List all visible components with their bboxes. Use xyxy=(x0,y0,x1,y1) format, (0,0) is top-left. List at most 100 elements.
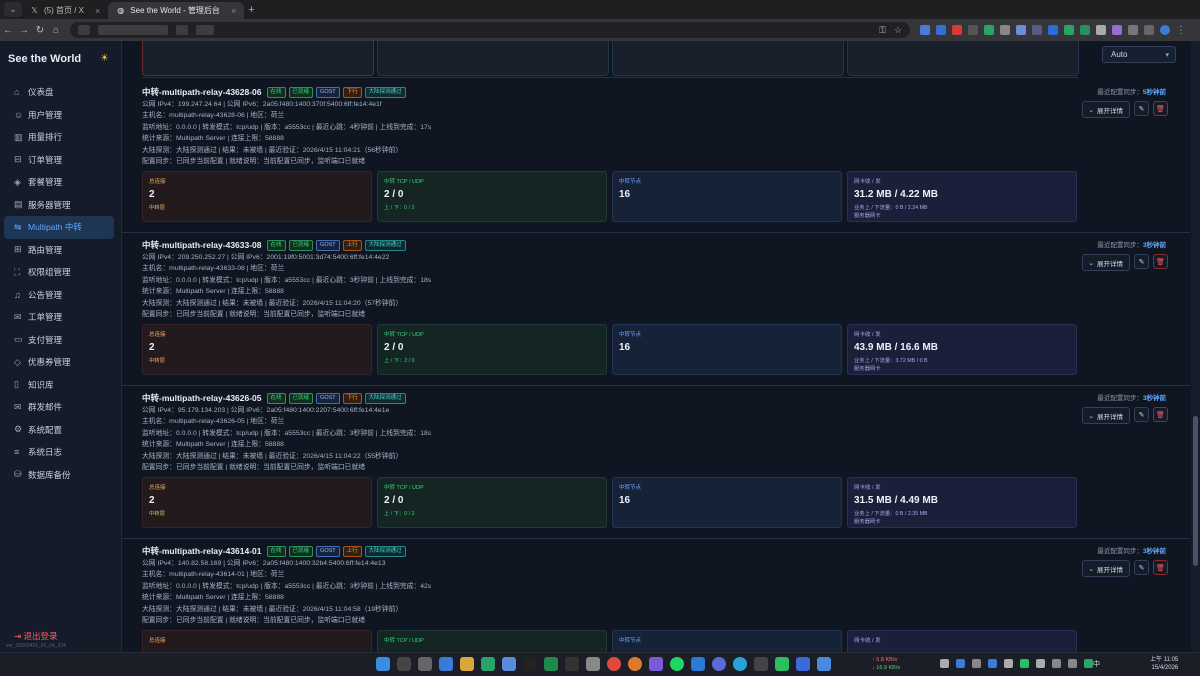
extension-icon[interactable] xyxy=(968,25,978,35)
new-tab-button[interactable]: + xyxy=(248,4,254,16)
extension-icon[interactable] xyxy=(1016,25,1026,35)
app-icon[interactable] xyxy=(712,657,726,671)
extension-icon[interactable] xyxy=(1032,25,1042,35)
more-menu-icon[interactable]: ⋮ xyxy=(1176,25,1186,36)
browser-tab-admin[interactable]: ◍ See the World - 管理后台 × xyxy=(108,2,245,19)
extension-icon[interactable] xyxy=(1080,25,1090,35)
extension-icon[interactable] xyxy=(1064,25,1074,35)
theme-toggle-icon[interactable]: ☀ xyxy=(100,53,109,64)
extension-icon[interactable] xyxy=(920,25,930,35)
extension-icon[interactable] xyxy=(936,25,946,35)
extension-icon[interactable] xyxy=(984,25,994,35)
expand-details-button[interactable]: ⌄ 展开详情 xyxy=(1081,254,1130,271)
sidebar-item[interactable]: ☺ 用户管理 xyxy=(4,104,114,127)
delete-button[interactable]: 🗑 xyxy=(1153,407,1168,422)
bookmark-star-icon[interactable]: ☆ xyxy=(894,25,902,36)
sidebar-item[interactable]: ▤ 服务器管理 xyxy=(4,194,114,217)
clock[interactable]: 上午 11:05 15/4/2026 xyxy=(1150,656,1178,672)
edit-button[interactable]: ✎ xyxy=(1134,101,1149,116)
scrollbar[interactable] xyxy=(1191,41,1200,652)
delete-button[interactable]: 🗑 xyxy=(1153,560,1168,575)
app-icon[interactable] xyxy=(502,657,516,671)
search-icon[interactable] xyxy=(397,657,411,671)
edit-button[interactable]: ✎ xyxy=(1134,254,1149,269)
input-language[interactable]: 中 xyxy=(1093,659,1100,669)
site-info-icon[interactable] xyxy=(78,25,90,35)
close-icon[interactable]: × xyxy=(231,6,236,16)
tray-icon[interactable] xyxy=(1068,659,1077,668)
extension-icon[interactable] xyxy=(1048,25,1058,35)
sidebar-item[interactable]: ♫ 公告管理 xyxy=(4,284,114,307)
sidebar-item[interactable]: ▭ 支付管理 xyxy=(4,329,114,352)
sidebar-item[interactable]: ✉ 群发邮件 xyxy=(4,396,114,419)
spotify-icon[interactable] xyxy=(670,657,684,671)
extension-icon[interactable] xyxy=(1096,25,1106,35)
sidebar-item[interactable]: ⊟ 订单管理 xyxy=(4,149,114,172)
app-icon[interactable] xyxy=(565,657,579,671)
refresh-mode-select[interactable]: Auto ▾ xyxy=(1102,46,1176,63)
extensions-puzzle-icon[interactable] xyxy=(1128,25,1138,35)
app-icon[interactable] xyxy=(817,657,831,671)
address-bar[interactable]: ⚿ ☆ xyxy=(70,22,910,38)
extension-icon[interactable] xyxy=(1000,25,1010,35)
expand-details-button[interactable]: ⌄ 展开详情 xyxy=(1081,560,1130,577)
key-icon[interactable]: ⚿ xyxy=(879,25,886,36)
app-icon[interactable] xyxy=(796,657,810,671)
extension-icon[interactable] xyxy=(952,25,962,35)
sidebar-item[interactable]: ⛶ 权限组管理 xyxy=(4,261,114,284)
tray-icon[interactable] xyxy=(1004,659,1013,668)
tray-icon[interactable] xyxy=(956,659,965,668)
edit-button[interactable]: ✎ xyxy=(1134,407,1149,422)
expand-details-button[interactable]: ⌄ 展开详情 xyxy=(1081,407,1130,424)
home-icon[interactable]: ⌂ xyxy=(48,25,64,36)
app-icon[interactable] xyxy=(754,657,768,671)
sidebar-item[interactable]: ✉ 工单管理 xyxy=(4,306,114,329)
vscode-icon[interactable] xyxy=(691,657,705,671)
edit-button[interactable]: ✎ xyxy=(1134,560,1149,575)
browser-tab-x[interactable]: 𝕏 (5) 首页 / X × xyxy=(22,2,108,19)
tray-icon[interactable] xyxy=(1020,659,1029,668)
sidebar-item[interactable]: ◇ 优惠券管理 xyxy=(4,351,114,374)
sidebar-item[interactable]: ▥ 用量排行 xyxy=(4,126,114,149)
sidebar-item[interactable]: ≡ 系统日志 xyxy=(4,441,114,464)
tab-search-button[interactable]: ⌄ xyxy=(4,2,22,17)
sidebar-item[interactable]: ▯ 知识库 xyxy=(4,374,114,397)
sidebar-item[interactable]: ⊞ 路由管理 xyxy=(4,239,114,262)
tray-icon[interactable] xyxy=(1052,659,1061,668)
app-icon[interactable] xyxy=(544,657,558,671)
delete-button[interactable]: 🗑 xyxy=(1153,254,1168,269)
expand-details-button[interactable]: ⌄ 展开详情 xyxy=(1081,101,1130,118)
forward-icon[interactable]: → xyxy=(16,25,32,36)
scrollbar-thumb[interactable] xyxy=(1193,416,1198,566)
sidebar-item[interactable]: ⇋ Multipath 中转 xyxy=(4,216,114,239)
sidepanel-icon[interactable] xyxy=(1144,25,1154,35)
tray-icon[interactable] xyxy=(972,659,981,668)
app-icon[interactable] xyxy=(586,657,600,671)
sidebar-item[interactable]: ⛁ 数据库备份 xyxy=(4,464,114,487)
avatar[interactable] xyxy=(1160,25,1170,35)
chrome-icon[interactable] xyxy=(607,657,621,671)
wechat-icon[interactable] xyxy=(775,657,789,671)
telegram-icon[interactable] xyxy=(733,657,747,671)
tray-icon[interactable] xyxy=(1036,659,1045,668)
back-icon[interactable]: ← xyxy=(0,25,16,36)
tray-icon[interactable] xyxy=(1084,659,1093,668)
firefox-icon[interactable] xyxy=(628,657,642,671)
close-icon[interactable]: × xyxy=(95,6,100,16)
reload-icon[interactable]: ↻ xyxy=(32,25,48,36)
tray-icon[interactable] xyxy=(940,659,949,668)
app-icon[interactable] xyxy=(418,657,432,671)
app-icon[interactable] xyxy=(439,657,453,671)
sidebar-item[interactable]: ◈ 套餐管理 xyxy=(4,171,114,194)
start-icon[interactable] xyxy=(376,657,390,671)
app-icon[interactable] xyxy=(460,657,474,671)
sidebar-item[interactable]: ⌂ 仪表盘 xyxy=(4,81,114,104)
sidebar-item[interactable]: ⚙ 系统配置 xyxy=(4,419,114,442)
logout-button[interactable]: ⇥ 退出登录 xyxy=(14,630,58,642)
app-icon[interactable] xyxy=(649,657,663,671)
app-icon[interactable] xyxy=(523,657,537,671)
app-icon[interactable] xyxy=(481,657,495,671)
tray-icon[interactable] xyxy=(988,659,997,668)
extension-icon[interactable] xyxy=(1112,25,1122,35)
delete-button[interactable]: 🗑 xyxy=(1153,101,1168,116)
